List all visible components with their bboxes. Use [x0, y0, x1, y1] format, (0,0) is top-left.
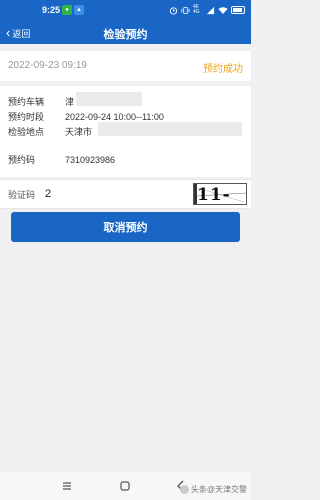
wifi-icon: [218, 6, 228, 14]
period-value: 2022-09-24 10:00--11:00: [65, 112, 164, 122]
menu-icon[interactable]: [59, 478, 75, 494]
wechat-notification-icon: ●: [62, 5, 72, 15]
vehicle-label: 预约车辆: [8, 97, 45, 107]
page-title: 检验预约: [103, 29, 148, 41]
captcha-text: 11-9=: [197, 185, 231, 205]
code-label: 预约码: [8, 155, 36, 165]
location-value: 天津市: [65, 127, 93, 137]
status-icons: 46 4G: [169, 4, 245, 16]
verification-row: 验证码 11-9=: [0, 179, 251, 209]
appointment-datetime: 2022-09-23 09:19: [8, 60, 87, 71]
appointment-summary: 2022-09-23 09:19 预约成功: [0, 51, 251, 81]
cancel-appointment-button[interactable]: 取消预约: [11, 212, 240, 242]
location-label: 检验地点: [8, 127, 45, 137]
header-bar: ‹ 返回 检验预约: [0, 22, 251, 44]
battery-icon: [231, 6, 245, 14]
watermark: 头条@天津交警: [179, 484, 247, 495]
network-text: 46 4G: [193, 4, 200, 15]
watermark-text: 头条@天津交警: [190, 485, 247, 494]
captcha-image[interactable]: 11-9=: [193, 183, 247, 205]
watermark-logo-icon: [179, 485, 189, 494]
code-row: 预约码 7310923986: [8, 153, 115, 166]
code-value: 7310923986: [65, 155, 116, 165]
status-badge: 预约成功: [203, 64, 243, 75]
location-row: 检验地点 天津市: [8, 125, 92, 138]
alarm-icon: [169, 6, 178, 15]
app-screen: 9:25 ● ▲ 46 4G ‹ 返回 检验预约 2022-09-23 09:1…: [0, 0, 251, 500]
status-time: 9:25: [42, 5, 61, 15]
status-bar: 9:25 ● ▲ 46 4G: [0, 0, 251, 22]
vehicle-row: 预约车辆 津: [8, 95, 74, 108]
vehicle-value: 津: [65, 97, 75, 107]
vibrate-icon: [181, 6, 190, 14]
app-notification-icon: ▲: [74, 5, 84, 15]
appointment-details: 预约车辆 津 预约时段 2022-09-24 10:00--11:00 检验地点 天津…: [0, 86, 251, 177]
location-redaction: [98, 122, 242, 136]
period-label: 预约时段: [8, 112, 45, 122]
home-icon[interactable]: [117, 478, 133, 494]
captcha-label: 验证码: [8, 190, 36, 200]
captcha-input[interactable]: [45, 184, 145, 204]
signal-icon: [206, 6, 215, 14]
vehicle-redaction: [76, 92, 142, 106]
